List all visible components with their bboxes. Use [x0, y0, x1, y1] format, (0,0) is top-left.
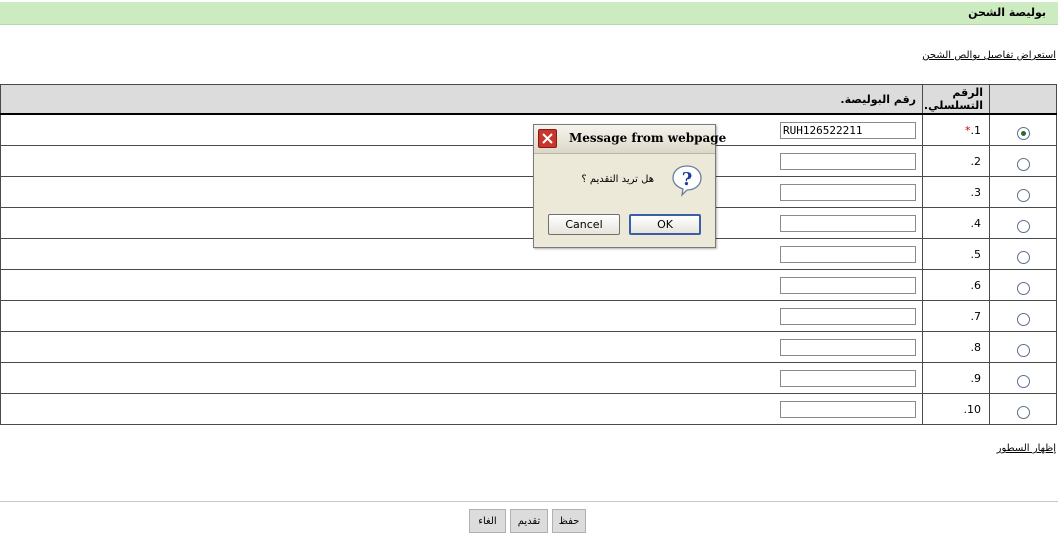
- save-button[interactable]: حفظ: [552, 509, 586, 533]
- serial-cell: 5.: [922, 238, 990, 270]
- table-header-row: رقم البوليصة. الرقم التسلسلي.: [0, 84, 1057, 115]
- table-row: 10.: [0, 393, 1057, 425]
- row-select-radio[interactable]: [1016, 157, 1030, 171]
- footer-divider: [0, 501, 1058, 502]
- row-select-cell: [989, 393, 1057, 425]
- row-select-radio[interactable]: [1016, 188, 1030, 202]
- header-policy-number: رقم البوليصة.: [0, 84, 923, 115]
- serial-cell: 6.: [922, 269, 990, 301]
- serial-number: 7.: [970, 309, 982, 323]
- policy-number-input[interactable]: [780, 121, 916, 139]
- serial-number: 4.: [970, 216, 982, 230]
- policy-number-input[interactable]: [780, 307, 916, 325]
- dialog-cancel-button[interactable]: Cancel: [548, 214, 620, 235]
- question-icon: ?: [672, 165, 702, 197]
- dialog-title-bar: Message from webpage: [534, 125, 726, 154]
- row-select-radio[interactable]: [1016, 343, 1030, 357]
- dialog-ok-button[interactable]: OK: [629, 214, 701, 235]
- table-row: 7.: [0, 300, 1057, 332]
- row-select-cell: [989, 362, 1057, 394]
- table-row: 2.: [0, 145, 1057, 177]
- policy-number-cell: [0, 269, 923, 301]
- serial-number: 1.: [970, 123, 982, 137]
- row-select-cell: [989, 176, 1057, 208]
- row-select-radio[interactable]: [1016, 374, 1030, 388]
- table-row: 6.: [0, 269, 1057, 301]
- row-select-radio[interactable]: [1016, 219, 1030, 233]
- policy-number-cell: [0, 362, 923, 394]
- serial-number: 5.: [970, 247, 982, 261]
- table-row: 3.: [0, 176, 1057, 208]
- policy-number-cell: [0, 331, 923, 363]
- policy-table: رقم البوليصة. الرقم التسلسلي. 1.* 2. 3. 4. 5…: [0, 84, 1057, 425]
- serial-number: 3.: [970, 185, 982, 199]
- policy-number-input[interactable]: [780, 338, 916, 356]
- serial-cell: 8.: [922, 331, 990, 363]
- row-select-radio[interactable]: [1016, 405, 1030, 419]
- policy-number-cell: [0, 145, 923, 177]
- svg-text:?: ?: [682, 169, 693, 190]
- serial-number: 8.: [970, 340, 982, 354]
- show-rows-link[interactable]: إظهار السطور: [997, 443, 1056, 454]
- header-serial: الرقم التسلسلي.: [922, 84, 990, 115]
- view-policy-details-link[interactable]: استعراض تفاصيل بوالص الشحن: [922, 50, 1056, 61]
- policy-number-input[interactable]: [780, 400, 916, 418]
- serial-number: 9.: [970, 371, 982, 385]
- policy-number-cell: [0, 300, 923, 332]
- header-policy-label: رقم البوليصة.: [840, 92, 916, 106]
- dialog-title: Message from webpage: [569, 131, 727, 145]
- confirm-dialog: Message from webpage ? هل تريد التقديم ؟…: [533, 124, 726, 248]
- serial-cell: 2.: [922, 145, 990, 177]
- row-select-radio[interactable]: [1016, 312, 1030, 326]
- row-select-radio[interactable]: [1016, 250, 1030, 264]
- table-row: 5.: [0, 238, 1057, 270]
- table-row: 4.: [0, 207, 1057, 239]
- serial-cell: 3.: [922, 176, 990, 208]
- policy-number-cell: [0, 207, 923, 239]
- row-select-cell: [989, 331, 1057, 363]
- serial-cell: 1.*: [922, 113, 990, 146]
- page-title-bar: بوليصة الشحن: [0, 2, 1058, 25]
- serial-cell: 9.: [922, 362, 990, 394]
- policy-number-cell: [0, 113, 923, 146]
- policy-number-cell: [0, 238, 923, 270]
- row-select-radio[interactable]: [1016, 281, 1030, 295]
- row-select-cell: [989, 269, 1057, 301]
- row-select-cell: [989, 207, 1057, 239]
- serial-number: 2.: [970, 154, 982, 168]
- policy-number-input[interactable]: [780, 276, 916, 294]
- serial-number: 6.: [970, 278, 982, 292]
- header-select: [989, 84, 1057, 115]
- serial-number: 10.: [963, 402, 982, 416]
- serial-cell: 7.: [922, 300, 990, 332]
- policy-number-cell: [0, 176, 923, 208]
- submit-button[interactable]: تقديم: [510, 509, 548, 533]
- policy-number-cell: [0, 393, 923, 425]
- policy-number-input[interactable]: [780, 245, 916, 263]
- close-x-glyph: [542, 133, 553, 144]
- policy-number-input[interactable]: [780, 152, 916, 170]
- row-select-cell: [989, 238, 1057, 270]
- serial-cell: 10.: [922, 393, 990, 425]
- row-select-cell: [989, 145, 1057, 177]
- cancel-button[interactable]: الغاء: [469, 509, 506, 533]
- policy-number-input[interactable]: [780, 183, 916, 201]
- header-serial-label: الرقم التسلسلي.: [923, 86, 983, 112]
- table-row: 9.: [0, 362, 1057, 394]
- table-row: 1.*: [0, 113, 1057, 146]
- row-select-cell: [989, 300, 1057, 332]
- policy-number-input[interactable]: [780, 214, 916, 232]
- serial-cell: 4.: [922, 207, 990, 239]
- dialog-message: هل تريد التقديم ؟: [581, 174, 654, 185]
- row-select-cell: [989, 113, 1057, 146]
- policy-number-input[interactable]: [780, 369, 916, 387]
- close-icon[interactable]: [538, 129, 557, 148]
- page-title: بوليصة الشحن: [968, 6, 1046, 19]
- table-row: 8.: [0, 331, 1057, 363]
- row-select-radio[interactable]: [1016, 126, 1030, 140]
